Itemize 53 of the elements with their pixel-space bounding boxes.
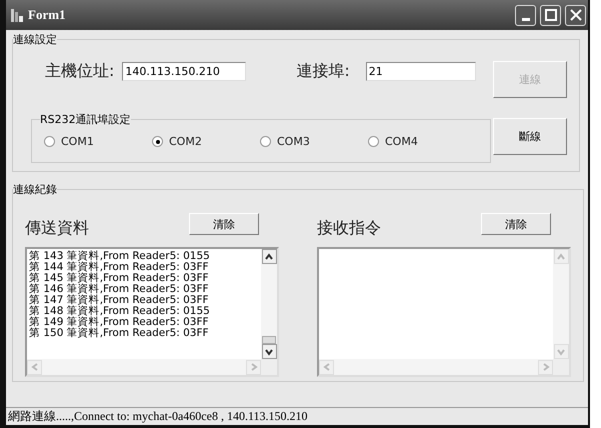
scroll-left-button[interactable]	[27, 360, 42, 374]
log-line: 第 146 筆資料,From Reader5: 03FF	[29, 284, 210, 295]
group-title: RS232通訊埠設定	[40, 112, 131, 127]
log-line: 第 147 筆資料,From Reader5: 03FF	[29, 295, 210, 306]
scroll-up-button[interactable]	[262, 249, 276, 264]
port-radio[interactable]: COM3	[260, 135, 368, 148]
scrollbar-corner	[261, 359, 277, 375]
port-radio[interactable]: COM2	[152, 135, 260, 148]
scrollbar-thumb[interactable]	[262, 336, 276, 344]
maximize-button[interactable]	[540, 4, 561, 26]
log-line: 第 144 筆資料,From Reader5: 03FF	[29, 262, 210, 273]
port-radio[interactable]: COM1	[44, 135, 152, 148]
port-label: 連接埠:	[296, 61, 350, 82]
scroll-right-button[interactable]	[538, 360, 553, 374]
chevron-right-icon	[248, 362, 258, 372]
panel-title: 接收指令	[317, 218, 381, 239]
clear-button[interactable]: 清除	[189, 213, 259, 235]
status-bar: 網路連線.....,Connect to: mychat-0a460ce8 , 140.113.150.210	[6, 407, 588, 425]
vertical-scrollbar[interactable]	[261, 249, 277, 359]
disconnect-button[interactable]: 斷線	[493, 118, 567, 155]
horizontal-scrollbar[interactable]	[27, 359, 261, 375]
window-title: Form1	[28, 7, 67, 23]
chevron-down-icon	[264, 346, 274, 356]
panel-title: 傳送資料	[25, 218, 89, 239]
chevron-down-icon	[556, 346, 566, 356]
log-listbox[interactable]	[25, 247, 279, 377]
chevron-left-icon	[30, 362, 40, 372]
chevron-left-icon	[322, 362, 332, 372]
maximize-icon	[544, 9, 556, 21]
chevron-up-icon	[556, 252, 566, 262]
close-button[interactable]	[565, 4, 586, 26]
chevron-up-icon	[264, 252, 274, 262]
clear-button[interactable]: 清除	[481, 213, 551, 235]
chevron-right-icon	[540, 362, 550, 372]
scroll-left-button[interactable]	[319, 360, 334, 374]
port-input[interactable]: 21	[366, 62, 476, 81]
log-line: 第 148 筆資料,From Reader5: 0155	[29, 306, 211, 317]
minimize-button[interactable]	[515, 4, 536, 26]
port-radio[interactable]: COM4	[368, 135, 478, 148]
group-title: 連線設定	[13, 32, 57, 47]
host-label: 主機位址:	[45, 61, 114, 82]
close-icon	[570, 9, 582, 21]
horizontal-scrollbar[interactable]	[319, 359, 553, 375]
scroll-down-button[interactable]	[262, 344, 276, 359]
log-line: 第 145 筆資料,From Reader5: 03FF	[29, 273, 210, 284]
log-line: 第 149 筆資料,From Reader5: 03FF	[29, 317, 210, 328]
scrollbar-corner	[553, 359, 569, 375]
log-line: 第 143 筆資料,From Reader5: 0155	[29, 251, 211, 262]
app-icon	[10, 7, 24, 23]
log-line: 第 150 筆資料,From Reader5: 03FF	[29, 328, 210, 339]
group-title: 連線紀錄	[13, 182, 57, 197]
minimize-icon	[522, 18, 530, 20]
host-input[interactable]: 140.113.150.210	[122, 62, 246, 81]
